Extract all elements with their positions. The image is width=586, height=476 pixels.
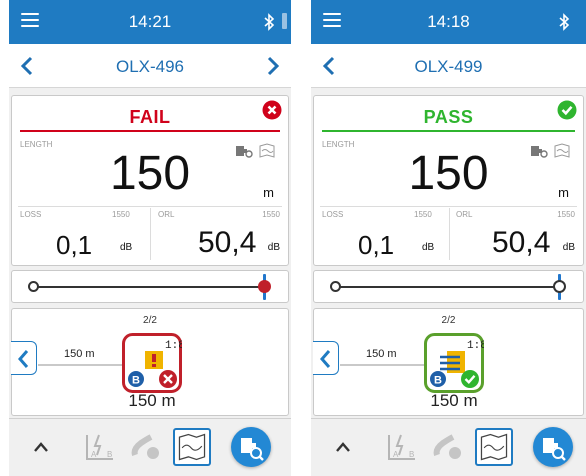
status-bar: 14:18 bbox=[311, 0, 586, 44]
slider-track bbox=[336, 286, 557, 288]
phone-screen-fail: 14:21 OLX-496 FAIL LENGTH 150 m LOSS 155… bbox=[9, 0, 291, 476]
segment-distance: 150 m bbox=[64, 348, 95, 360]
trace-slider[interactable] bbox=[11, 270, 289, 303]
splitter-ratio: 1:8 bbox=[165, 340, 182, 352]
link-map-card: 2/2 150 m 1:8 B 150 m bbox=[11, 308, 289, 416]
trace-navbar: OLX-499 bbox=[311, 44, 586, 88]
slider-end-marker bbox=[553, 280, 566, 293]
fiber-id-title: OLX-499 bbox=[414, 57, 483, 76]
divider bbox=[448, 208, 450, 260]
element-distance: 150 m bbox=[430, 391, 478, 410]
length-unit: m bbox=[558, 185, 569, 200]
length-unit: m bbox=[263, 185, 274, 200]
status-bar: 14:21 bbox=[9, 0, 291, 44]
loss-value: 0,1 bbox=[56, 230, 93, 260]
divider bbox=[150, 208, 151, 260]
clock: 14:18 bbox=[427, 12, 470, 31]
orl-label: ORL bbox=[456, 210, 473, 219]
clock: 14:21 bbox=[128, 12, 172, 31]
map-back-button[interactable] bbox=[313, 341, 339, 375]
fiber-id-title: OLX-496 bbox=[115, 57, 185, 76]
bluetooth-icon bbox=[559, 13, 570, 31]
trace-slider[interactable] bbox=[313, 270, 584, 303]
segment-distance: 150 m bbox=[366, 348, 397, 360]
check-circle-icon bbox=[557, 100, 577, 120]
orl-value: 50,4 bbox=[198, 226, 257, 259]
link-map-card: 2/2 150 m 1:8 B 150 m bbox=[313, 308, 584, 416]
splitter-ratio: 1:8 bbox=[467, 340, 484, 352]
slider-track bbox=[34, 286, 262, 288]
analyze-icon[interactable] bbox=[231, 427, 271, 467]
link-loss-icon[interactable] bbox=[433, 433, 463, 461]
chevron-left-icon bbox=[18, 350, 29, 368]
chevron-right-icon[interactable] bbox=[265, 56, 281, 76]
loss-wavelength: 1550 bbox=[112, 210, 130, 219]
divider bbox=[18, 206, 282, 207]
verdict-text: FAIL bbox=[129, 107, 171, 127]
orl-wavelength: 1550 bbox=[262, 210, 280, 219]
trace-navbar: OLX-496 bbox=[9, 44, 291, 88]
length-value: 150 bbox=[109, 147, 191, 200]
results-card: FAIL LENGTH 150 m LOSS 1550 ORL 1550 0,1… bbox=[11, 95, 289, 266]
bottom-toolbar: AB bbox=[9, 418, 291, 476]
bluetooth-icon bbox=[264, 13, 275, 31]
splitter-element-fail-icon[interactable]: 1:8 B bbox=[122, 333, 182, 393]
slider-start-marker bbox=[330, 281, 341, 292]
loss-wavelength: 1550 bbox=[414, 210, 432, 219]
fiber-map-icon[interactable] bbox=[173, 428, 211, 466]
map-back-button[interactable] bbox=[11, 341, 37, 375]
verdict-banner: PASS bbox=[322, 102, 575, 132]
splitter-element-pass-icon[interactable]: 1:8 B bbox=[424, 333, 484, 393]
x-circle-icon bbox=[262, 100, 282, 120]
chevron-up-icon[interactable] bbox=[335, 441, 351, 453]
svg-text:A: A bbox=[91, 450, 97, 459]
element-distance: 150 m bbox=[128, 391, 176, 410]
verdict-text: PASS bbox=[423, 107, 474, 127]
chevron-left-icon bbox=[320, 350, 331, 368]
slider-start-marker bbox=[28, 281, 39, 292]
phone-screen-pass: 14:18 OLX-499 PASS LENGTH 150 m LOSS 155… bbox=[311, 0, 586, 476]
element-count: 2/2 bbox=[441, 315, 456, 326]
verdict-banner: FAIL bbox=[20, 102, 280, 132]
fiber-map-icon[interactable] bbox=[475, 428, 513, 466]
svg-text:A: A bbox=[393, 450, 399, 459]
loss-value: 0,1 bbox=[358, 230, 395, 260]
results-card: PASS LENGTH 150 m LOSS 1550 ORL 1550 0,1… bbox=[313, 95, 584, 266]
battery-icon bbox=[282, 13, 287, 29]
divider bbox=[320, 206, 577, 207]
loss-label: LOSS bbox=[20, 210, 42, 219]
link-loss-icon[interactable] bbox=[131, 433, 161, 461]
element-badge: B bbox=[132, 375, 140, 387]
element-badge: B bbox=[434, 375, 442, 387]
loss-unit: dB bbox=[422, 242, 435, 253]
orl-unit: dB bbox=[267, 242, 280, 253]
element-count: 2/2 bbox=[143, 315, 157, 326]
orl-label: ORL bbox=[158, 210, 175, 219]
svg-text:B: B bbox=[409, 450, 414, 459]
length-value: 150 bbox=[408, 147, 489, 200]
orl-unit: dB bbox=[562, 242, 575, 253]
orl-value: 50,4 bbox=[492, 226, 551, 259]
a-to-b-test-icon[interactable]: AB bbox=[83, 431, 117, 463]
slider-end-marker bbox=[258, 280, 271, 293]
orl-wavelength: 1550 bbox=[557, 210, 575, 219]
svg-text:B: B bbox=[107, 450, 112, 459]
a-to-b-test-icon[interactable]: AB bbox=[385, 431, 419, 463]
loss-label: LOSS bbox=[322, 210, 344, 219]
analyze-icon[interactable] bbox=[533, 427, 573, 467]
loss-unit: dB bbox=[120, 242, 133, 253]
chevron-up-icon[interactable] bbox=[33, 441, 49, 453]
bottom-toolbar: AB bbox=[311, 418, 586, 476]
